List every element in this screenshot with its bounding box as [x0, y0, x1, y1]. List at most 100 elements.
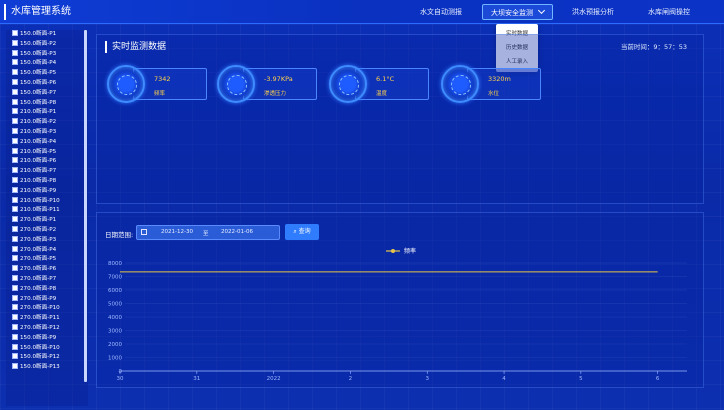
- sidebar-scrollbar[interactable]: [84, 30, 87, 382]
- station-item[interactable]: 150.0断面-P13: [6, 363, 88, 373]
- checkbox[interactable]: [12, 108, 18, 115]
- end-date[interactable]: 2022-01-06: [221, 229, 253, 235]
- station-item[interactable]: 270.0断面-P4: [6, 245, 88, 256]
- checkbox[interactable]: [12, 235, 18, 242]
- app-title: 水库管理系统: [4, 4, 71, 20]
- station-item[interactable]: 270.0断面-P3: [6, 235, 88, 246]
- checkbox[interactable]: [12, 206, 18, 213]
- station-item[interactable]: 150.0断面-P5: [6, 69, 88, 79]
- nav-dam-safety[interactable]: 大坝安全监测: [482, 4, 553, 20]
- checkbox[interactable]: [12, 353, 18, 360]
- y-tick-label: 6000: [108, 288, 122, 294]
- station-label: 210.0断面-P7: [20, 168, 57, 175]
- station-item[interactable]: 270.0断面-P7: [6, 274, 88, 285]
- station-item[interactable]: 210.0断面-P5: [6, 147, 88, 158]
- station-label: 210.0断面-P1: [20, 109, 57, 116]
- checkbox[interactable]: [12, 137, 18, 144]
- checkbox[interactable]: [12, 196, 18, 203]
- checkbox[interactable]: [12, 333, 18, 340]
- station-item[interactable]: 270.0断面-P8: [6, 284, 88, 295]
- checkbox[interactable]: [12, 78, 18, 85]
- metric-value: 3320m: [488, 75, 511, 83]
- start-date[interactable]: 2021-12-30: [161, 229, 193, 235]
- station-item[interactable]: 210.0断面-P10: [6, 196, 88, 207]
- checkbox[interactable]: [12, 255, 18, 262]
- query-button[interactable]: ⌕ 查询: [285, 224, 319, 240]
- station-item[interactable]: 270.0断面-P1: [6, 216, 88, 226]
- legend-marker: [391, 249, 395, 253]
- checkbox[interactable]: [12, 98, 18, 105]
- checkbox[interactable]: [12, 274, 18, 281]
- station-item[interactable]: 270.0断面-P9: [6, 294, 88, 305]
- station-item[interactable]: 150.0断面-P12: [6, 353, 88, 363]
- checkbox[interactable]: [12, 363, 18, 370]
- checkbox[interactable]: [12, 245, 18, 252]
- y-tick-label: 0: [119, 369, 123, 375]
- checkbox[interactable]: [12, 127, 18, 134]
- checkbox[interactable]: [12, 304, 18, 311]
- metric-label: 温度: [376, 91, 388, 97]
- checkbox[interactable]: [12, 69, 18, 76]
- checkbox[interactable]: [12, 176, 18, 183]
- station-item[interactable]: 270.0断面-P2: [6, 225, 88, 236]
- station-item[interactable]: 210.0断面-P2: [6, 118, 88, 128]
- checkbox[interactable]: [12, 314, 18, 321]
- station-item[interactable]: 150.0断面-P6: [6, 78, 88, 89]
- station-item[interactable]: 270.0断面-P10: [6, 304, 88, 314]
- checkbox[interactable]: [12, 167, 18, 174]
- metric-label: 频率: [154, 91, 166, 97]
- checkbox[interactable]: [12, 49, 18, 56]
- checkbox[interactable]: [12, 186, 18, 193]
- checkbox[interactable]: [12, 39, 18, 46]
- station-item[interactable]: 210.0断面-P11: [6, 206, 88, 216]
- station-item[interactable]: 210.0断面-P1: [6, 108, 88, 118]
- station-item[interactable]: 270.0断面-P12: [6, 323, 88, 334]
- station-item[interactable]: 150.0断面-P1: [6, 30, 88, 40]
- date-range-picker[interactable]: 2021-12-30 至 2022-01-06: [136, 225, 280, 240]
- station-item[interactable]: 150.0断面-P4: [6, 59, 88, 69]
- checkbox[interactable]: [12, 343, 18, 350]
- nav-hydrology[interactable]: 水文自动测报: [420, 4, 462, 20]
- station-item[interactable]: 150.0断面-P9: [6, 333, 88, 344]
- checkbox[interactable]: [12, 284, 18, 291]
- station-label: 270.0断面-P4: [20, 246, 57, 253]
- x-tick-label: 6: [656, 376, 660, 382]
- station-item[interactable]: 210.0断面-P9: [6, 186, 88, 197]
- checkbox[interactable]: [12, 157, 18, 164]
- metric-value: -3.97KPa: [264, 75, 293, 83]
- checkbox[interactable]: [12, 265, 18, 272]
- checkbox[interactable]: [12, 59, 18, 66]
- station-item[interactable]: 210.0断面-P4: [6, 137, 88, 148]
- station-item[interactable]: 270.0断面-P11: [6, 314, 88, 324]
- checkbox[interactable]: [12, 216, 18, 223]
- checkbox[interactable]: [12, 225, 18, 232]
- checkbox[interactable]: [12, 118, 18, 125]
- current-time: 当前时间：9：57：53: [620, 43, 687, 51]
- checkbox[interactable]: [12, 147, 18, 154]
- station-item[interactable]: 270.0断面-P6: [6, 265, 88, 275]
- station-label: 270.0断面-P2: [20, 226, 57, 233]
- checkbox[interactable]: [12, 294, 18, 301]
- x-tick-label: 31: [193, 376, 200, 382]
- station-item[interactable]: 210.0断面-P3: [6, 127, 88, 138]
- nav-gate-control[interactable]: 水库闸阀操控: [648, 4, 690, 20]
- station-item[interactable]: 150.0断面-P10: [6, 343, 88, 354]
- station-label: 270.0断面-P12: [20, 324, 60, 331]
- station-item[interactable]: 150.0断面-P7: [6, 88, 88, 99]
- station-label: 150.0断面-P6: [20, 79, 57, 86]
- nav-flood-forecast[interactable]: 洪水预报分析: [572, 4, 614, 20]
- station-item[interactable]: 150.0断面-P8: [6, 98, 88, 109]
- station-item[interactable]: 210.0断面-P7: [6, 167, 88, 177]
- checkbox[interactable]: [12, 88, 18, 95]
- checkbox[interactable]: [12, 30, 18, 36]
- station-label: 270.0断面-P3: [20, 236, 57, 243]
- station-item[interactable]: 270.0断面-P5: [6, 255, 88, 265]
- y-tick-label: 2000: [108, 342, 122, 348]
- station-item[interactable]: 210.0断面-P8: [6, 176, 88, 187]
- station-item[interactable]: 210.0断面-P6: [6, 157, 88, 167]
- station-item[interactable]: 150.0断面-P3: [6, 49, 88, 60]
- station-item[interactable]: 150.0断面-P2: [6, 39, 88, 50]
- y-tick-label: 1000: [108, 356, 122, 362]
- query-button-label: 查询: [298, 228, 311, 235]
- checkbox[interactable]: [12, 323, 18, 330]
